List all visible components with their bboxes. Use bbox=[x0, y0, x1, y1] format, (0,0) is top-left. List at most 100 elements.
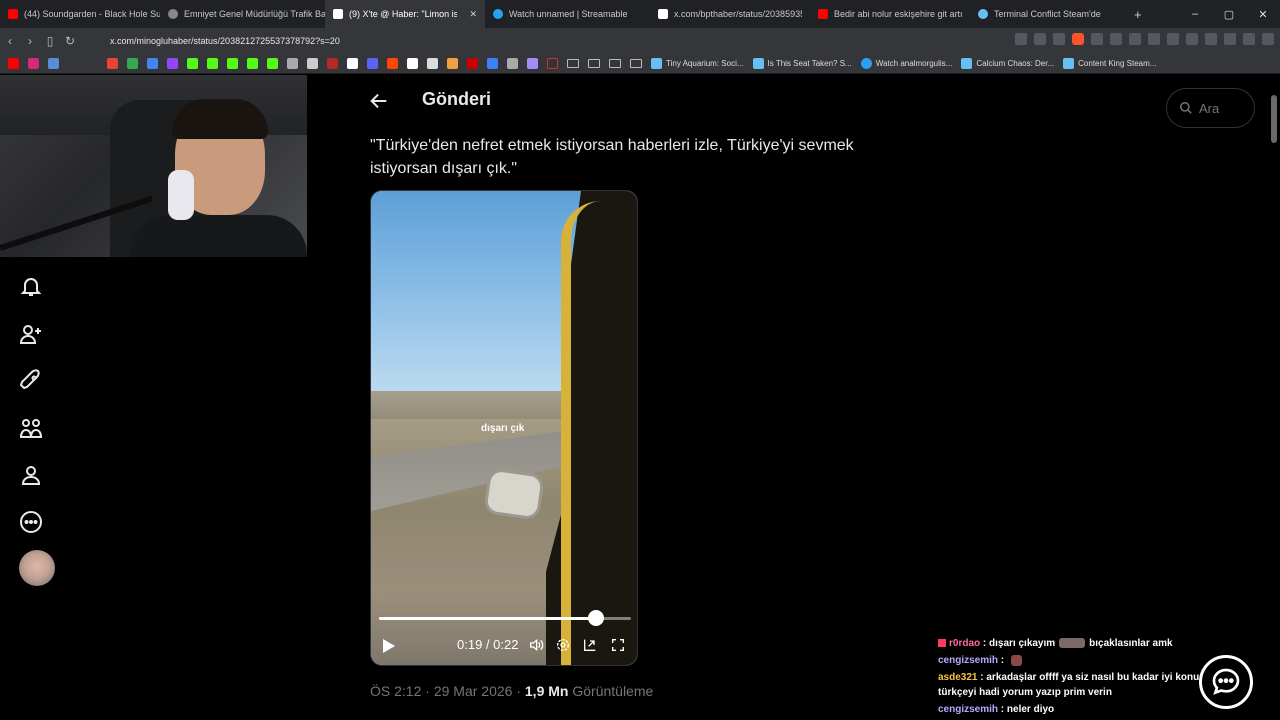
profile-icon bbox=[21, 466, 41, 485]
sidebar-item-communities[interactable] bbox=[12, 409, 50, 447]
sidebar-icon[interactable] bbox=[1224, 33, 1236, 45]
instagram-bookmark-icon[interactable] bbox=[28, 57, 39, 69]
reddit-bookmark-icon[interactable] bbox=[387, 57, 398, 69]
tab-3[interactable]: Watch unnamed | Streamable bbox=[485, 0, 650, 28]
close-tab-icon[interactable]: ✕ bbox=[469, 9, 477, 20]
back-arrow-icon[interactable] bbox=[368, 90, 390, 112]
brave-shield-icon[interactable] bbox=[1072, 33, 1084, 45]
bookmark-icon[interactable] bbox=[507, 57, 518, 69]
media-icon[interactable] bbox=[1243, 33, 1255, 45]
bookmark-icon[interactable] bbox=[547, 57, 558, 69]
youtube-bookmark-icon[interactable] bbox=[8, 57, 19, 69]
settings-gear-icon[interactable] bbox=[555, 637, 571, 653]
bookmark-icon[interactable] bbox=[267, 57, 278, 69]
tab-5[interactable]: Bedir abi nolur eskişehire git artık - Y bbox=[810, 0, 970, 28]
rocket-icon bbox=[19, 369, 40, 390]
tab-1[interactable]: Emniyet Genel Müdürlüğü Trafik Başk bbox=[160, 0, 325, 28]
tab-4[interactable]: x.com/bpthaber/status/20385935253 bbox=[650, 0, 810, 28]
reload-icon[interactable]: ↻ bbox=[60, 34, 80, 48]
sidebar-item-more[interactable] bbox=[12, 503, 50, 541]
video-progress-bar[interactable] bbox=[379, 610, 631, 626]
kick-bookmark-icon[interactable] bbox=[187, 57, 198, 69]
bookmark-icon[interactable] bbox=[427, 57, 438, 69]
extension-icon[interactable] bbox=[1167, 33, 1179, 45]
tab-2[interactable]: (9) X'te @ Haber: "Limon ismin ✕ bbox=[325, 0, 485, 28]
folder-icon[interactable] bbox=[588, 58, 600, 68]
chat-bubble-icon bbox=[1212, 668, 1240, 695]
messages-button[interactable] bbox=[1199, 655, 1253, 709]
kick-bookmark-icon[interactable] bbox=[227, 57, 238, 69]
video-player[interactable]: dışarı çık 0:19 / 0:22 bbox=[370, 190, 638, 666]
fullscreen-icon[interactable] bbox=[610, 637, 626, 653]
extension-icon[interactable] bbox=[1110, 33, 1122, 45]
sidebar-item-notifications[interactable] bbox=[12, 268, 50, 306]
extensions-puzzle-icon[interactable] bbox=[1205, 33, 1217, 45]
bookmark-item[interactable]: Watch analmorgulis... bbox=[860, 57, 952, 69]
kick-bookmark-icon[interactable] bbox=[207, 57, 218, 69]
bookmark-icon[interactable] bbox=[48, 57, 59, 69]
twitch-bookmark-icon[interactable] bbox=[167, 57, 178, 69]
bookmark-icon[interactable] bbox=[527, 57, 538, 69]
post-date[interactable]: 29 Mar 2026 bbox=[434, 683, 513, 699]
menu-icon[interactable] bbox=[1262, 33, 1274, 45]
bookmark-item[interactable]: Content King Steam... bbox=[1063, 57, 1156, 69]
bookmark-item[interactable]: Tiny Aquarium: Soci... bbox=[651, 57, 744, 69]
bookmark-icon[interactable] bbox=[487, 57, 498, 69]
chat-username: cengizsemih bbox=[938, 704, 999, 715]
zoom-icon[interactable] bbox=[1034, 33, 1046, 45]
bookmark-icon[interactable] bbox=[367, 57, 378, 69]
new-tab-button[interactable]: + bbox=[1134, 7, 1142, 22]
bookmark-icon[interactable]: ▯ bbox=[40, 34, 60, 48]
bookmark-icon[interactable] bbox=[447, 57, 458, 69]
video-time: 0:19 / 0:22 bbox=[457, 637, 519, 652]
sidebar-item-profile[interactable] bbox=[12, 456, 50, 494]
car-window-frame bbox=[561, 201, 637, 665]
bookmark-icon[interactable] bbox=[287, 57, 298, 69]
tab-0[interactable]: (44) Soundgarden - Black Hole Sun bbox=[0, 0, 160, 28]
follow-icon bbox=[19, 325, 41, 344]
drive-bookmark-icon[interactable] bbox=[127, 57, 138, 69]
bookmark-icon[interactable] bbox=[327, 57, 338, 69]
video-progress-fill bbox=[379, 617, 596, 620]
folder-icon[interactable] bbox=[609, 58, 621, 68]
back-nav-icon[interactable]: ‹ bbox=[0, 34, 20, 48]
folder-icon[interactable] bbox=[567, 58, 579, 68]
page-scrollbar[interactable] bbox=[1271, 95, 1277, 143]
bookmark-item[interactable]: Is This Seat Taken? S... bbox=[752, 57, 852, 69]
gmail-bookmark-icon[interactable] bbox=[107, 57, 118, 69]
post-time[interactable]: ÖS 2:12 bbox=[370, 683, 421, 699]
extension-icon[interactable] bbox=[1186, 33, 1198, 45]
bookmark-icon[interactable] bbox=[407, 57, 418, 69]
account-avatar[interactable] bbox=[19, 550, 55, 586]
x-bookmark-icon[interactable] bbox=[347, 57, 358, 69]
x-icon bbox=[333, 9, 343, 19]
bookmark-icon[interactable] bbox=[307, 57, 318, 69]
forward-nav-icon[interactable]: › bbox=[20, 34, 40, 48]
bookmark-icon[interactable] bbox=[147, 57, 158, 69]
volume-icon[interactable] bbox=[528, 637, 544, 653]
extension-icon[interactable] bbox=[1129, 33, 1141, 45]
extension-icon[interactable] bbox=[1148, 33, 1160, 45]
video-progress-knob[interactable] bbox=[587, 610, 604, 626]
bookmark-item[interactable]: Calcium Chaos: Der... bbox=[961, 57, 1054, 69]
bookmark-icon[interactable] bbox=[467, 57, 478, 69]
extension-icon[interactable] bbox=[1091, 33, 1103, 45]
minimize-button[interactable]: – bbox=[1178, 8, 1212, 20]
close-window-button[interactable]: ✕ bbox=[1246, 8, 1280, 21]
maximize-button[interactable]: ▢ bbox=[1212, 8, 1246, 21]
folder-icon[interactable] bbox=[630, 58, 642, 68]
tab-6[interactable]: Terminal Conflict Steam'de bbox=[970, 0, 1130, 28]
play-icon[interactable] bbox=[383, 639, 395, 653]
picture-in-picture-icon[interactable] bbox=[582, 637, 598, 653]
cast-icon[interactable] bbox=[1015, 33, 1027, 45]
share-icon[interactable] bbox=[1053, 33, 1065, 45]
bookmark-icon[interactable] bbox=[247, 57, 258, 69]
sidebar-item-follow[interactable] bbox=[12, 315, 50, 353]
kick-badge-icon bbox=[938, 639, 946, 648]
search-input[interactable]: Ara bbox=[1166, 88, 1255, 128]
steam-icon bbox=[1063, 57, 1075, 69]
youtube-icon bbox=[8, 9, 18, 19]
chat-text: bıçaklasınlar amk bbox=[1089, 638, 1173, 649]
sidebar-item-premium[interactable] bbox=[12, 362, 50, 400]
url-field[interactable]: x.com/minogluhaber/status/20382127255373… bbox=[110, 36, 340, 46]
